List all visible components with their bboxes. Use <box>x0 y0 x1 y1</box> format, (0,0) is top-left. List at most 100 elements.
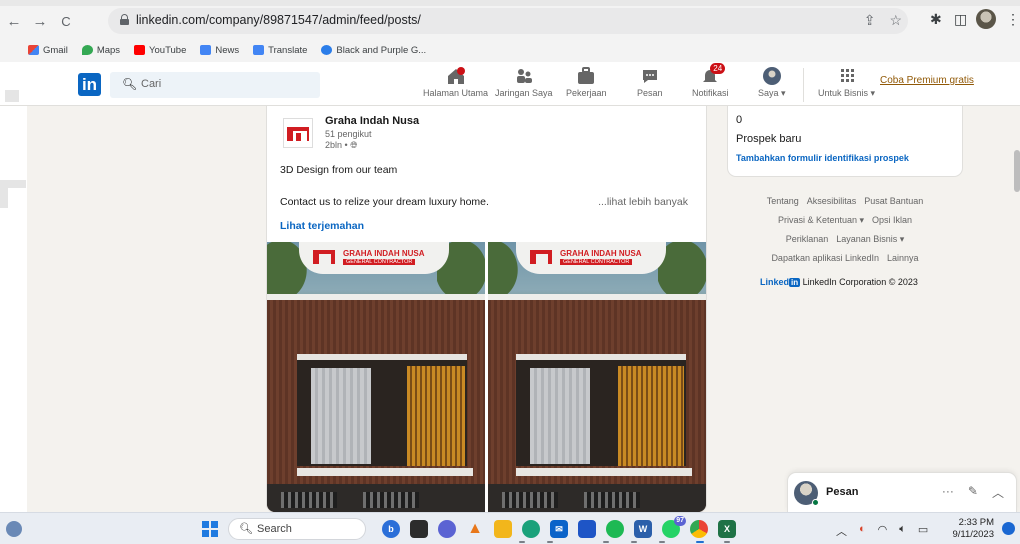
forward-icon[interactable]: → <box>32 13 48 30</box>
address-bar[interactable]: linkedin.com/company/89871547/admin/feed… <box>108 8 908 34</box>
word-icon[interactable]: W <box>634 520 652 538</box>
profile-avatar[interactable] <box>976 9 996 29</box>
footer-link[interactable]: Opsi Iklan <box>872 215 912 225</box>
footer-link[interactable]: Periklanan <box>786 234 829 244</box>
company-name[interactable]: Graha Indah Nusa <box>325 115 419 127</box>
post-time: 2bln • 🌐︎ <box>325 140 358 150</box>
menu-kebab-icon[interactable]: ⋮ <box>1006 11 1020 28</box>
battery-icon[interactable]: ▭ <box>918 523 928 539</box>
nav-messaging[interactable]: Pesan <box>637 66 663 98</box>
folder-icon[interactable] <box>494 520 512 538</box>
bookmarks-bar: Gmail Maps YouTube News Translate Black … <box>0 40 426 60</box>
left-panel-edge <box>0 106 27 512</box>
active-indicator <box>696 541 704 543</box>
vlc-icon[interactable]: ▲ <box>466 520 484 538</box>
footer-link[interactable]: Lainnya <box>887 253 919 263</box>
spotify-icon[interactable] <box>606 520 624 538</box>
messaging-icon <box>637 66 663 86</box>
briefcase-icon <box>566 66 607 86</box>
notification-center-icon[interactable] <box>1002 522 1015 535</box>
extensions-icon[interactable]: ✱ <box>930 11 942 28</box>
nav-me[interactable]: Saya ▾ <box>758 66 786 99</box>
decorative-shape <box>5 90 19 102</box>
whatsapp-icon[interactable]: 97 <box>662 516 686 538</box>
post-image-1[interactable]: GRAHA INDAH NUSA GENERAL CONTRACTOR <box>267 242 485 512</box>
footer-link[interactable]: Pusat Bantuan <box>864 196 923 206</box>
nav-network[interactable]: Jaringan Saya <box>495 66 553 98</box>
messaging-overlay[interactable]: Pesan ··· ✎ ︿ <box>788 473 1016 513</box>
search-input[interactable]: 🔍︎ Cari <box>110 72 320 98</box>
mail-icon[interactable]: ✉ <box>550 520 568 538</box>
avatar-icon <box>758 66 786 86</box>
bing-icon[interactable]: b <box>382 520 400 538</box>
maps-icon <box>81 45 93 55</box>
follower-count: 51 pengikut <box>325 129 372 139</box>
bookmark-maps[interactable]: Maps <box>81 45 120 56</box>
chevron-up-icon[interactable]: ︿ <box>992 484 1004 501</box>
store-icon[interactable] <box>578 520 596 538</box>
bookmark-youtube[interactable]: YouTube <box>134 45 186 56</box>
translate-icon <box>253 45 265 55</box>
site-icon <box>321 45 333 55</box>
bookmark-black-and-purple[interactable]: Black and Purple G... <box>321 45 426 56</box>
page-scrollbar[interactable] <box>1014 150 1020 192</box>
header-divider <box>803 68 804 102</box>
linkedin-wordmark: Linked in <box>760 277 801 287</box>
linkedin-header: in 🔍︎ Cari Halaman Utama Jaringan Saya P… <box>0 62 1020 106</box>
start-icon[interactable] <box>202 521 218 537</box>
file-manager-icon[interactable] <box>410 520 428 538</box>
search-icon: 🔍︎ <box>122 77 138 91</box>
footer-link[interactable]: Privasi & Ketentuan ▾ <box>778 215 864 225</box>
post-image-2[interactable]: GRAHA INDAH NUSA GENERAL CONTRACTOR <box>488 242 706 512</box>
footer-links: Tentang Aksesibilitas Pusat Bantuan Privas… <box>728 192 962 268</box>
compose-icon[interactable]: ✎ <box>968 484 978 501</box>
bookmark-star-icon[interactable]: ☆ <box>889 12 902 29</box>
news-icon <box>200 45 212 55</box>
edge-icon[interactable] <box>522 520 540 538</box>
footer-link[interactable]: Dapatkan aplikasi LinkedIn <box>771 253 879 263</box>
see-translation-link[interactable]: Lihat terjemahan <box>280 220 364 232</box>
premium-trial-link[interactable]: Coba Premium gratis <box>880 75 974 86</box>
search-icon: 🔍︎ <box>239 523 253 535</box>
network-icon <box>495 66 553 86</box>
url-text[interactable]: linkedin.com/company/89871547/admin/feed… <box>136 13 421 27</box>
teams-chat-icon[interactable] <box>438 520 456 538</box>
footer-link[interactable]: Layanan Bisnis ▾ <box>836 234 904 244</box>
linkedin-logo[interactable]: in <box>78 73 101 96</box>
chrome-icon[interactable] <box>690 520 708 538</box>
search-placeholder: Cari <box>141 78 162 90</box>
system-tray: ︿ ◐ ◠ 🔈︎ ▭ <box>836 523 928 539</box>
nav-for-business[interactable]: Untuk Bisnis ▾ <box>818 66 875 99</box>
volume-icon[interactable]: 🔈︎ <box>899 523 906 539</box>
new-leads-count: 0 <box>736 114 743 126</box>
excel-icon[interactable]: X <box>718 520 736 538</box>
widgets-icon[interactable] <box>6 521 22 537</box>
nav-home[interactable]: Halaman Utama <box>423 66 488 98</box>
side-panel-icon[interactable]: ◫ <box>954 11 967 28</box>
footer-link[interactable]: Aksesibilitas <box>807 196 857 206</box>
messaging-label: Pesan <box>826 486 859 498</box>
share-icon[interactable]: ⇪ <box>864 12 876 29</box>
wifi-icon[interactable]: ◠ <box>878 523 888 539</box>
reload-icon[interactable]: C <box>58 14 74 29</box>
chevron-up-icon[interactable]: ︿ <box>836 523 847 539</box>
bookmark-translate[interactable]: Translate <box>253 45 307 56</box>
footer-link[interactable]: Tentang <box>767 196 799 206</box>
add-lead-form-link[interactable]: Tambahkan formulir identifikasi prospek <box>736 153 909 163</box>
bookmark-gmail[interactable]: Gmail <box>28 45 68 56</box>
more-options-icon[interactable]: ··· <box>942 484 954 501</box>
back-icon[interactable]: ← <box>6 13 22 30</box>
company-logo[interactable] <box>283 118 313 148</box>
bookmark-news[interactable]: News <box>200 45 239 56</box>
nav-jobs[interactable]: Pekerjaan <box>566 66 607 98</box>
running-indicator <box>724 541 730 543</box>
image-divider <box>486 242 488 512</box>
taskbar-search[interactable]: 🔍︎ Search <box>228 518 366 540</box>
tab-strip <box>0 0 1020 6</box>
taskbar-clock[interactable]: 2:33 PM 9/11/2023 <box>948 517 994 541</box>
nav-notifications[interactable]: 24 Notifikasi <box>692 63 729 98</box>
globe-icon: 🌐︎ <box>350 140 358 150</box>
see-more-link[interactable]: ...lihat lebih banyak <box>598 196 688 208</box>
tray-app-icon[interactable]: ◐ <box>859 523 866 539</box>
running-indicator <box>659 541 665 543</box>
